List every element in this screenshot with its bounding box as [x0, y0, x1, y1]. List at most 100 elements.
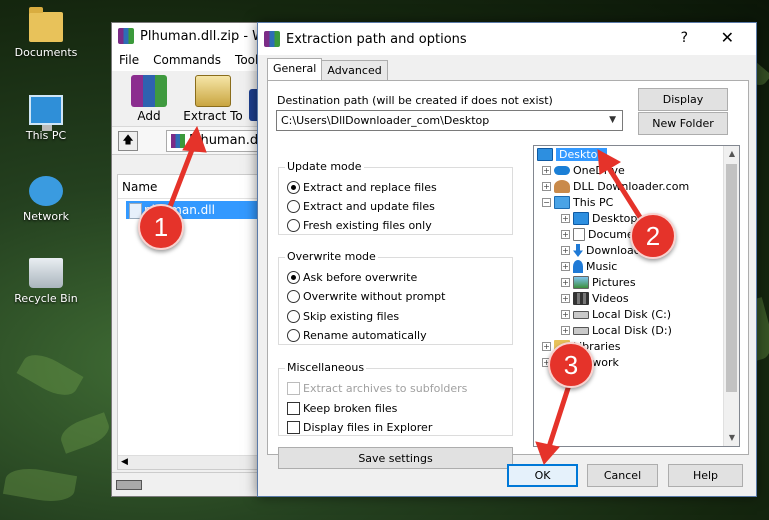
tree-item-pictures[interactable]: + Pictures — [561, 276, 636, 289]
radio-rename-automatically[interactable]: Rename automatically — [287, 329, 427, 342]
extract-to-button[interactable]: Extract To — [178, 75, 248, 126]
expand-icon[interactable]: + — [561, 262, 570, 271]
radio-icon[interactable] — [287, 310, 300, 323]
display-button[interactable]: Display — [638, 88, 728, 111]
desktop-icon-this-pc[interactable]: This PC — [6, 95, 86, 142]
option-label: Overwrite without prompt — [303, 290, 446, 303]
option-label: Ask before overwrite — [303, 271, 418, 284]
dialog-title: Extraction path and options — [286, 31, 467, 47]
network-icon — [29, 176, 63, 206]
scroll-up-icon[interactable]: ▲ — [724, 146, 739, 162]
menu-commands[interactable]: Commands — [146, 53, 228, 67]
music-icon — [573, 260, 583, 273]
help-icon[interactable]: ? — [681, 30, 688, 46]
new-folder-button[interactable]: New Folder — [638, 112, 728, 135]
expand-icon[interactable]: + — [561, 326, 570, 335]
option-label: Skip existing files — [303, 310, 400, 323]
tree-item-this-pc[interactable]: − This PC — [542, 196, 613, 209]
checkbox-keep-broken-files[interactable]: Keep broken files — [287, 402, 397, 415]
general-tab-panel: Destination path (will be created if doe… — [267, 80, 749, 469]
extract-to-icon — [195, 75, 231, 107]
radio-selected-icon[interactable] — [287, 271, 300, 284]
add-archive-icon — [131, 75, 167, 107]
update-mode-title: Update mode — [285, 160, 364, 173]
scroll-left-icon: ◀ — [121, 457, 128, 467]
pictures-icon — [573, 276, 589, 289]
destination-label: Destination path (will be created if doe… — [277, 94, 553, 107]
radio-icon[interactable] — [287, 290, 300, 303]
menu-file[interactable]: File — [112, 53, 146, 67]
checkbox-icon[interactable] — [287, 402, 300, 415]
expand-icon[interactable]: + — [561, 310, 570, 319]
user-icon — [554, 180, 570, 193]
scroll-down-icon[interactable]: ▼ — [724, 430, 739, 446]
save-settings-button[interactable]: Save settings — [278, 447, 513, 469]
destination-path-combobox[interactable]: C:\Users\DllDownloader_com\Desktop ▼ — [276, 110, 623, 131]
tab-general[interactable]: General — [267, 58, 323, 80]
radio-icon[interactable] — [287, 329, 300, 342]
overwrite-mode-group: Overwrite mode Ask before overwrite Over… — [278, 250, 513, 345]
radio-selected-icon[interactable] — [287, 181, 300, 194]
cancel-button[interactable]: Cancel — [587, 464, 658, 487]
collapse-icon[interactable]: − — [542, 198, 551, 207]
desktop-icon-network[interactable]: Network — [6, 176, 86, 223]
close-icon[interactable]: ✕ — [721, 28, 734, 47]
up-folder-button[interactable]: 🡅 — [118, 130, 138, 151]
radio-icon[interactable] — [287, 200, 300, 213]
tree-item-music[interactable]: + Music — [561, 260, 617, 273]
tree-item-videos[interactable]: + Videos — [561, 292, 629, 305]
expand-icon[interactable]: + — [561, 278, 570, 287]
tree-item-label: Desktop — [592, 212, 638, 225]
desktop-icon-recycle-bin[interactable]: Recycle Bin — [6, 258, 86, 305]
expand-icon[interactable]: + — [542, 166, 551, 175]
tree-item-label: Music — [586, 260, 618, 273]
drive-icon — [116, 479, 142, 490]
desktop-icon-label: Recycle Bin — [14, 292, 78, 305]
tree-item-onedrive[interactable]: + OneDrive — [542, 164, 625, 177]
radio-extract-update[interactable]: Extract and update files — [287, 200, 435, 213]
radio-fresh-existing[interactable]: Fresh existing files only — [287, 219, 432, 232]
radio-ask-before-overwrite[interactable]: Ask before overwrite — [287, 271, 417, 284]
desktop-icon-documents[interactable]: Documents — [6, 7, 86, 59]
expand-icon[interactable]: + — [542, 182, 551, 191]
tree-item-desktop[interactable]: + Desktop — [561, 212, 637, 225]
chevron-down-icon[interactable]: ▼ — [609, 111, 616, 130]
expand-icon[interactable]: + — [561, 246, 570, 255]
tab-advanced[interactable]: Advanced — [321, 60, 388, 80]
checkbox-display-in-explorer[interactable]: Display files in Explorer — [287, 421, 432, 434]
tree-item-user[interactable]: + DLL Downloader.com — [542, 180, 689, 193]
desktop-icon-label: Network — [23, 210, 69, 223]
tree-item-desktop-root[interactable]: Desktop — [537, 148, 608, 161]
option-label: Extract and update files — [303, 200, 435, 213]
expand-icon[interactable]: + — [561, 294, 570, 303]
tree-item-local-disk-c[interactable]: + Local Disk (C:) — [561, 308, 671, 321]
tree-item-local-disk-d[interactable]: + Local Disk (D:) — [561, 324, 672, 337]
dialog-tabs: General Advanced — [267, 58, 388, 80]
help-button[interactable]: Help — [668, 464, 743, 487]
checkbox-disabled-icon — [287, 382, 300, 395]
drive-icon — [573, 326, 589, 335]
onedrive-icon — [554, 166, 570, 175]
expand-icon[interactable]: + — [561, 214, 570, 223]
option-label: Extract and replace files — [303, 181, 437, 194]
tree-vscrollbar[interactable]: ▲ ▼ — [723, 146, 739, 446]
radio-skip-existing[interactable]: Skip existing files — [287, 310, 399, 323]
option-label: Keep broken files — [303, 402, 398, 415]
add-button[interactable]: Add — [120, 75, 178, 126]
radio-overwrite-without-prompt[interactable]: Overwrite without prompt — [287, 290, 445, 303]
expand-icon[interactable]: + — [561, 230, 570, 239]
videos-icon — [573, 292, 589, 305]
add-button-label: Add — [137, 109, 161, 123]
drive-icon — [573, 310, 589, 319]
annotation-marker-1: 1 — [138, 204, 184, 250]
dialog-titlebar[interactable]: Extraction path and options ? ✕ — [258, 23, 756, 55]
desktop-icon — [573, 212, 589, 225]
radio-extract-replace[interactable]: Extract and replace files — [287, 181, 437, 194]
folder-tree[interactable]: Desktop + OneDrive + DLL Downloader.com − T… — [533, 145, 740, 447]
scroll-thumb[interactable] — [726, 164, 737, 392]
radio-icon[interactable] — [287, 219, 300, 232]
ok-button[interactable]: OK — [507, 464, 578, 487]
expand-icon[interactable]: + — [542, 342, 551, 351]
checkbox-icon[interactable] — [287, 421, 300, 434]
miscellaneous-title: Miscellaneous — [285, 361, 367, 374]
